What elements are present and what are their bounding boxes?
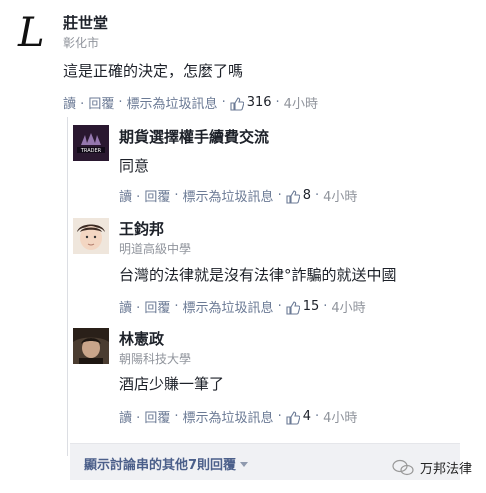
watermark-text: 万邦法律 — [420, 462, 473, 477]
reply-link[interactable]: 讀 · 回覆 — [119, 186, 170, 205]
report-spam-link[interactable]: 標示為垃圾訊息 — [183, 297, 274, 316]
like-count: 8 — [302, 188, 311, 203]
comment-text: 酒店少賺一筆了 — [119, 375, 225, 393]
person-photo-icon — [73, 218, 109, 254]
thumbs-up-icon[interactable] — [286, 300, 300, 315]
l-logo-icon: L — [17, 12, 45, 52]
commenter-name[interactable]: 期貨選擇權手續費交流 — [119, 126, 269, 147]
like-count: 4 — [302, 409, 311, 424]
comment-text: 這是正確的決定，怎麼了嗎 — [63, 62, 244, 80]
timestamp[interactable]: 4小時 — [323, 407, 357, 426]
person-photo-icon — [73, 328, 109, 364]
like-count: 316 — [246, 95, 272, 110]
like-count: 15 — [302, 299, 320, 314]
thumbs-up-icon[interactable] — [230, 96, 244, 111]
report-spam-link[interactable]: 標示為垃圾訊息 — [183, 407, 274, 426]
comment-actions: 讀 · 回覆 · 標示為垃圾訊息 · 15 · 4小時 — [119, 297, 366, 316]
comment-actions: 讀 · 回覆 · 標示為垃圾訊息 · 316 · 4小時 — [63, 93, 318, 112]
comment-text: 台灣的法律就是沒有法律°詐騙的就送中國 — [119, 266, 397, 284]
svg-text:L: L — [17, 12, 45, 52]
wechat-icon — [392, 459, 414, 475]
comment-actions: 讀 · 回覆 · 標示為垃圾訊息 · 4 · 4小時 — [119, 407, 358, 426]
thumbs-up-icon[interactable] — [286, 410, 300, 425]
more-replies-link[interactable]: 顯示討論串的其他7則回覆 — [84, 454, 249, 473]
report-spam-link[interactable]: 標示為垃圾訊息 — [127, 93, 218, 112]
report-spam-link[interactable]: 標示為垃圾訊息 — [183, 186, 274, 205]
commenter-name[interactable]: 莊世堂 — [63, 12, 108, 33]
avatar[interactable] — [73, 218, 109, 254]
commenter-school: 朝陽科技大學 — [119, 352, 192, 366]
reply-link[interactable]: 讀 · 回覆 — [119, 407, 170, 426]
thumbs-up-icon[interactable] — [286, 189, 300, 204]
commenter-location: 彰化市 — [63, 36, 100, 50]
svg-text:TRADER: TRADER — [80, 148, 102, 154]
trader-logo-icon: TRADER — [73, 125, 109, 161]
reply-link[interactable]: 讀 · 回覆 — [119, 297, 170, 316]
commenter-school: 明道高級中學 — [119, 242, 192, 256]
more-replies-label: 顯示討論串的其他7則回覆 — [84, 458, 237, 473]
comment-text: 同意 — [119, 157, 150, 175]
commenter-name[interactable]: 林憲政 — [119, 328, 164, 349]
commenter-name[interactable]: 王鈞邦 — [119, 218, 164, 239]
avatar[interactable]: TRADER — [73, 125, 109, 161]
timestamp[interactable]: 4小時 — [284, 93, 318, 112]
comment-actions: 讀 · 回覆 · 標示為垃圾訊息 · 8 · 4小時 — [119, 186, 358, 205]
avatar[interactable]: L — [14, 12, 54, 52]
watermark: 万邦法律 — [392, 458, 472, 477]
timestamp[interactable]: 4小時 — [323, 186, 357, 205]
timestamp[interactable]: 4小時 — [331, 297, 365, 316]
reply-link[interactable]: 讀 · 回覆 — [63, 93, 114, 112]
avatar[interactable] — [73, 328, 109, 364]
caret-down-icon — [240, 462, 249, 467]
